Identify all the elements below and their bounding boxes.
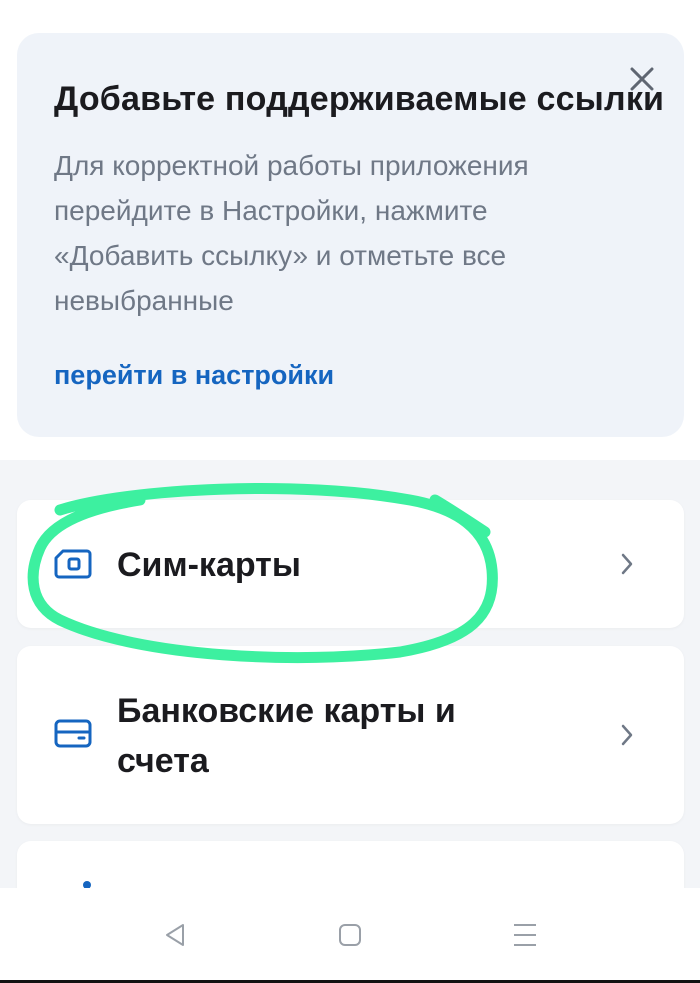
home-square-icon [339, 924, 361, 946]
close-icon [630, 67, 654, 91]
nav-home-button[interactable] [325, 910, 375, 960]
system-navigation-bar [0, 888, 700, 981]
menu-item-label: Банковские карты и счета [117, 686, 537, 786]
go-to-settings-link[interactable]: перейти в настройки [54, 360, 334, 391]
sim-card-icon [53, 544, 93, 584]
chevron-right-icon [616, 721, 638, 749]
banner-text-line: «Добавить ссылку» и отметьте все [54, 240, 507, 271]
app-screen: Добавьте поддерживаемые ссылки Для корре… [0, 0, 700, 983]
bank-card-icon [53, 713, 93, 753]
menu-item-bank-cards[interactable]: Банковские карты и счета [17, 646, 684, 824]
banner-text-line: невыбранные [54, 285, 234, 316]
banner-description: Для корректной работы приложения перейди… [54, 143, 654, 323]
banner-text-line: Для корректной работы приложения [54, 150, 529, 181]
chevron-right-icon [616, 550, 638, 578]
back-triangle-icon [166, 924, 184, 946]
menu-item-sim-cards[interactable]: Сим-карты [17, 500, 684, 628]
menu-item-label-line: счета [117, 742, 209, 780]
menu-item-label-line: Банковские карты и [117, 692, 456, 730]
menu-item-label: Сим-карты [117, 546, 301, 584]
links-banner: Добавьте поддерживаемые ссылки Для корре… [17, 33, 684, 437]
banner-title: Добавьте поддерживаемые ссылки [54, 80, 665, 118]
close-button[interactable] [624, 61, 660, 97]
menu-lines-icon [514, 924, 536, 946]
nav-back-button[interactable] [150, 910, 200, 960]
nav-menu-button[interactable] [500, 910, 550, 960]
banner-text-line: перейдите в Настройки, нажмите [54, 195, 488, 226]
